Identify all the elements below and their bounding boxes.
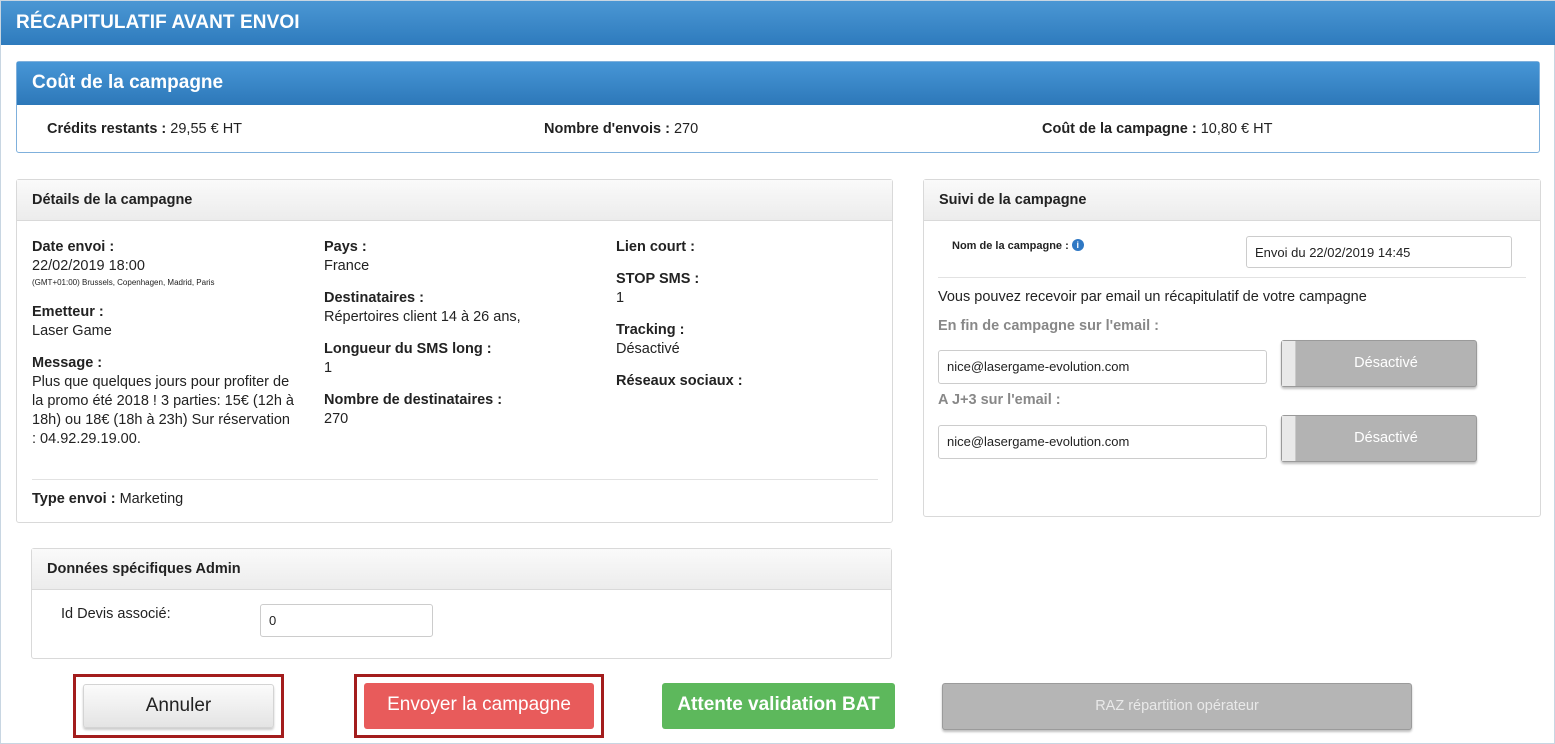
- credits-value: 29,55 € HT: [170, 121, 243, 137]
- summary-info-text: Vous pouvez recevoir par email un récapi…: [938, 289, 1367, 305]
- stop-sms-value: 1: [616, 290, 625, 306]
- details-column-2: Pays : France Destinataires : Répertoire…: [324, 238, 584, 442]
- message-label: Message :: [32, 355, 103, 371]
- page-title: RÉCAPITULATIF AVANT ENVOI: [16, 12, 300, 33]
- short-link-label: Lien court :: [616, 239, 695, 255]
- devis-id-input[interactable]: 0: [260, 604, 433, 637]
- message-value: Plus que quelques jours pour profiter de…: [32, 374, 294, 447]
- reset-operator-split-button[interactable]: RAZ répartition opérateur: [942, 683, 1412, 730]
- end-campaign-toggle-label: Désactivé: [1354, 355, 1418, 371]
- recipient-count-value: 270: [324, 411, 349, 427]
- send-type: Type envoi : Marketing: [32, 491, 183, 507]
- country-label: Pays :: [324, 239, 367, 255]
- page-header: RÉCAPITULATIF AVANT ENVOI: [1, 1, 1555, 45]
- recipient-count: Nombre de destinataires : 270: [324, 391, 584, 429]
- await-bat-button[interactable]: Attente validation BAT: [662, 683, 895, 729]
- sender-value: Laser Game: [32, 323, 112, 339]
- campaign-tracking-panel: Suivi de la campagne Nom de la campagne …: [923, 179, 1541, 517]
- short-link: Lien court :: [616, 238, 876, 257]
- cost-panel: Coût de la campagne Crédits restants : 2…: [16, 61, 1540, 153]
- sms-length: Longueur du SMS long : 1: [324, 340, 584, 378]
- credits-remaining: Crédits restants : 29,55 € HT: [47, 121, 242, 137]
- campaign-details-panel: Détails de la campagne Date envoi : 22/0…: [16, 179, 893, 523]
- cost-panel-title: Coût de la campagne: [17, 62, 1539, 105]
- end-campaign-toggle[interactable]: Désactivé: [1281, 340, 1477, 387]
- sms-length-value: 1: [324, 360, 333, 376]
- sends-count: Nombre d'envois : 270: [544, 121, 698, 137]
- country-value: France: [324, 258, 370, 274]
- cost-value: 10,80 € HT: [1200, 121, 1273, 137]
- country: Pays : France: [324, 238, 584, 276]
- toggle-knob: [1282, 416, 1296, 461]
- sender-label: Emetteur :: [32, 304, 104, 320]
- tracking: Tracking : Désactivé: [616, 321, 876, 359]
- social-networks-label: Réseaux sociaux :: [616, 373, 743, 389]
- timezone: (GMT+01:00) Brussels, Copenhagen, Madrid…: [32, 278, 215, 287]
- tracking-label: Tracking :: [616, 322, 685, 338]
- send-date-value: 22/02/2019 18:00: [32, 258, 145, 274]
- recipients: Destinataires : Répertoires client 14 à …: [324, 289, 584, 327]
- tracking-panel-title: Suivi de la campagne: [924, 180, 1540, 221]
- message: Message : Plus que quelques jours pour p…: [32, 354, 294, 449]
- info-icon[interactable]: i: [1071, 239, 1084, 251]
- details-column-3: Lien court : STOP SMS : 1 Tracking : Dés…: [616, 238, 876, 404]
- sends-value: 270: [673, 121, 699, 137]
- j3-toggle-label: Désactivé: [1354, 430, 1418, 446]
- admin-title: Données spécifiques Admin: [32, 549, 891, 590]
- admin-data-panel: Données spécifiques Admin Id Devis assoc…: [31, 548, 892, 659]
- j3-toggle[interactable]: Désactivé: [1281, 415, 1477, 462]
- send-type-value: Marketing: [119, 491, 184, 507]
- recipient-count-label: Nombre de destinataires :: [324, 392, 503, 408]
- send-date-label: Date envoi :: [32, 239, 115, 255]
- devis-label: Id Devis associé:: [61, 606, 171, 622]
- end-campaign-label: En fin de campagne sur l'email :: [938, 318, 1160, 334]
- toggle-knob: [1282, 341, 1296, 386]
- sms-length-label: Longueur du SMS long :: [324, 341, 492, 357]
- credits-label: Crédits restants :: [47, 121, 167, 137]
- cancel-button[interactable]: Annuler: [83, 684, 274, 728]
- send-type-label: Type envoi :: [32, 491, 116, 507]
- end-campaign-email-input[interactable]: nice@lasergame-evolution.com: [938, 350, 1267, 384]
- campaign-cost: Coût de la campagne : 10,80 € HT: [1042, 121, 1272, 137]
- campaign-name-label: Nom de la campagne :: [952, 240, 1069, 252]
- details-title: Détails de la campagne: [17, 180, 892, 221]
- tracking-value: Désactivé: [616, 341, 680, 357]
- stop-sms: STOP SMS : 1: [616, 270, 876, 308]
- recipients-label: Destinataires :: [324, 290, 424, 306]
- j3-email-input[interactable]: nice@lasergame-evolution.com: [938, 425, 1267, 459]
- send-date: Date envoi : 22/02/2019 18:00 (GMT+01:00…: [32, 238, 294, 290]
- sender: Emetteur : Laser Game: [32, 303, 294, 341]
- details-divider: [32, 479, 878, 480]
- social-networks: Réseaux sociaux :: [616, 372, 876, 391]
- recipients-value: Répertoires client 14 à 26 ans,: [324, 309, 521, 325]
- stop-sms-label: STOP SMS :: [616, 271, 700, 287]
- tracking-divider: [938, 277, 1526, 278]
- details-column-1: Date envoi : 22/02/2019 18:00 (GMT+01:00…: [32, 238, 294, 462]
- campaign-name-label-wrap: Nom de la campagne :i: [952, 239, 1084, 252]
- campaign-name-input[interactable]: Envoi du 22/02/2019 14:45: [1246, 236, 1512, 268]
- sends-label: Nombre d'envois :: [544, 121, 670, 137]
- cost-label: Coût de la campagne :: [1042, 121, 1197, 137]
- j3-label: A J+3 sur l'email :: [938, 392, 1061, 408]
- send-campaign-button[interactable]: Envoyer la campagne: [364, 683, 594, 729]
